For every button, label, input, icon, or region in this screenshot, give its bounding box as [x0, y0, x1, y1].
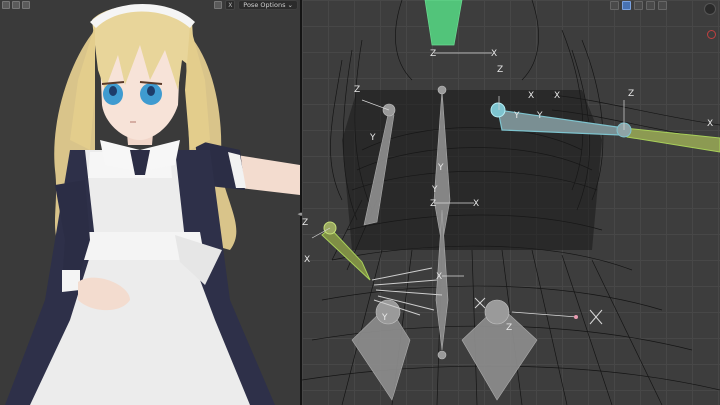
- bone-axis-label: Y: [369, 133, 376, 143]
- wireframe-viewport[interactable]: ZXYZXYZXZYZXYXZXYZXY: [302, 0, 720, 405]
- viewport-shading-icon[interactable]: [2, 1, 10, 9]
- bone-axis-label: Z: [628, 89, 634, 99]
- bone-axis-label: Z: [430, 199, 436, 209]
- overlay-icon[interactable]: [12, 1, 20, 9]
- x-mirror-toggle[interactable]: X: [225, 0, 236, 10]
- box-select-icon[interactable]: [622, 1, 631, 10]
- bone-axis-label: X: [436, 272, 442, 282]
- bone-axis-label: X: [491, 49, 497, 59]
- bone-axis-label: Z: [497, 65, 503, 75]
- navigation-gizmo-icon[interactable]: [704, 3, 716, 15]
- bone-axis-label: X: [304, 255, 310, 265]
- bone-axis-label: X: [707, 119, 713, 129]
- mirror-icon[interactable]: [214, 1, 223, 9]
- bone-axis-label: X: [473, 199, 479, 209]
- bone-axis-label: Y: [381, 313, 388, 323]
- bone-axis-label: Y: [437, 163, 444, 173]
- transform-icon[interactable]: [658, 1, 667, 10]
- bone-axis-label: Z: [354, 85, 360, 95]
- chevron-down-icon: ⌄: [287, 1, 293, 9]
- bone-axis-label: Y: [536, 111, 543, 121]
- shoulder-joint: [490, 102, 506, 118]
- character-render: [5, 4, 300, 405]
- neck-bone-selected: [424, 0, 463, 46]
- bone-axis-label: X: [528, 91, 534, 101]
- bone-axis-label: Y: [431, 185, 438, 195]
- pose-options-dropdown[interactable]: Pose Options ⌄: [238, 0, 298, 10]
- lasso-select-icon[interactable]: [646, 1, 655, 10]
- pose-options-label: Pose Options: [243, 1, 286, 9]
- axis-x-gizmo-icon[interactable]: [707, 30, 716, 39]
- bone-axis-label: Z: [506, 323, 512, 333]
- circle-select-icon[interactable]: [634, 1, 643, 10]
- gizmo-icon[interactable]: [22, 1, 30, 9]
- bone-axis-label: Z: [302, 218, 308, 228]
- bone-axis-label: Y: [513, 111, 520, 121]
- armature-overlay: Z XYZXYZXZYZ XYXZXYZXY: [302, 0, 720, 405]
- bone-axis-label: X: [554, 91, 560, 101]
- bone-axis-label: Z: [430, 49, 436, 59]
- select-icon[interactable]: [610, 1, 619, 10]
- render-viewport[interactable]: [0, 0, 300, 405]
